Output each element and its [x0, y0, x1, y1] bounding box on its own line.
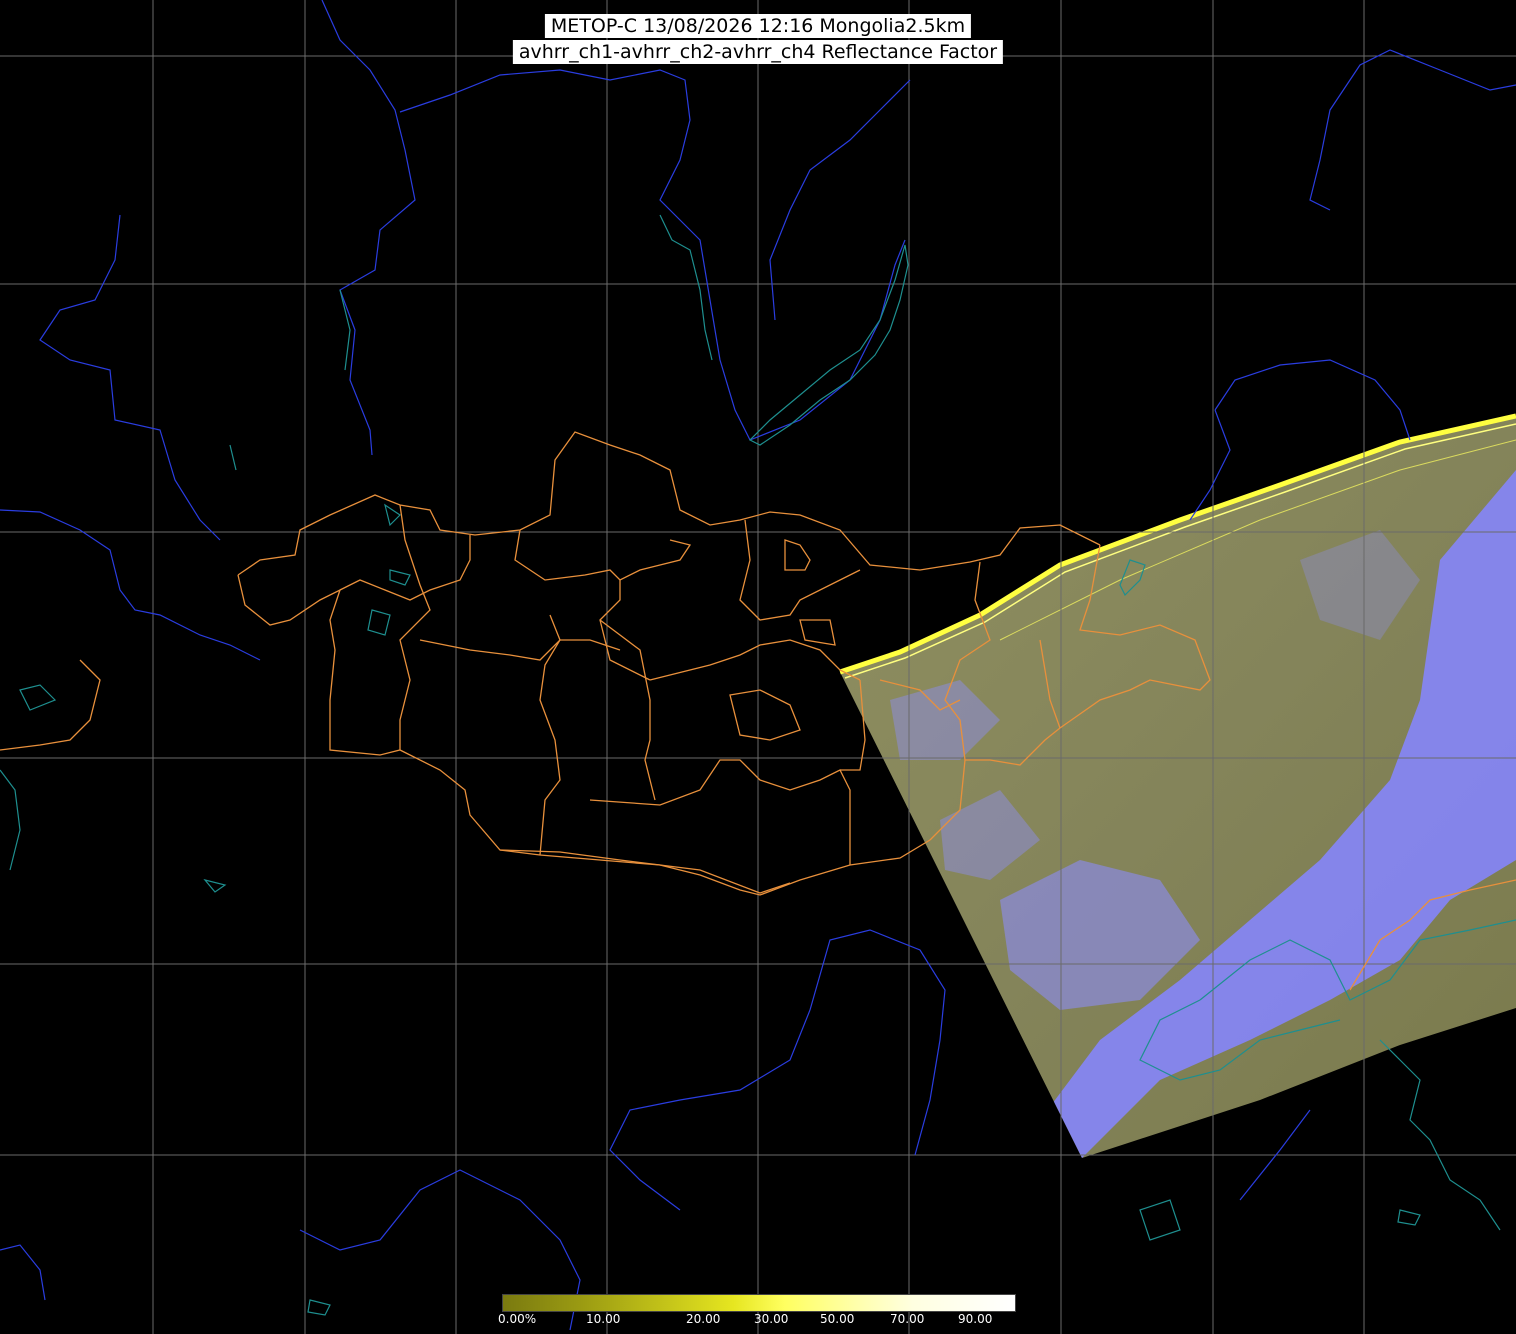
satellite-swath — [839, 413, 1516, 1158]
map-title-line2: avhrr_ch1-avhrr_ch2-avhrr_ch4 Reflectanc… — [512, 40, 1004, 64]
satellite-map — [0, 0, 1516, 1334]
colorbar-label-4: 50.00 — [820, 1312, 855, 1326]
colorbar-label-1: 10.00 — [586, 1312, 621, 1326]
colorbar-label-2: 20.00 — [686, 1312, 721, 1326]
colorbar-legend — [502, 1294, 1016, 1312]
colorbar-label-5: 70.00 — [890, 1312, 925, 1326]
map-title-line1: METOP-C 13/08/2026 12:16 Mongolia2.5km — [544, 14, 972, 38]
colorbar-label-3: 30.00 — [754, 1312, 789, 1326]
colorbar-label-0: 0.00% — [498, 1312, 537, 1326]
colorbar-label-6: 90.00 — [958, 1312, 993, 1326]
